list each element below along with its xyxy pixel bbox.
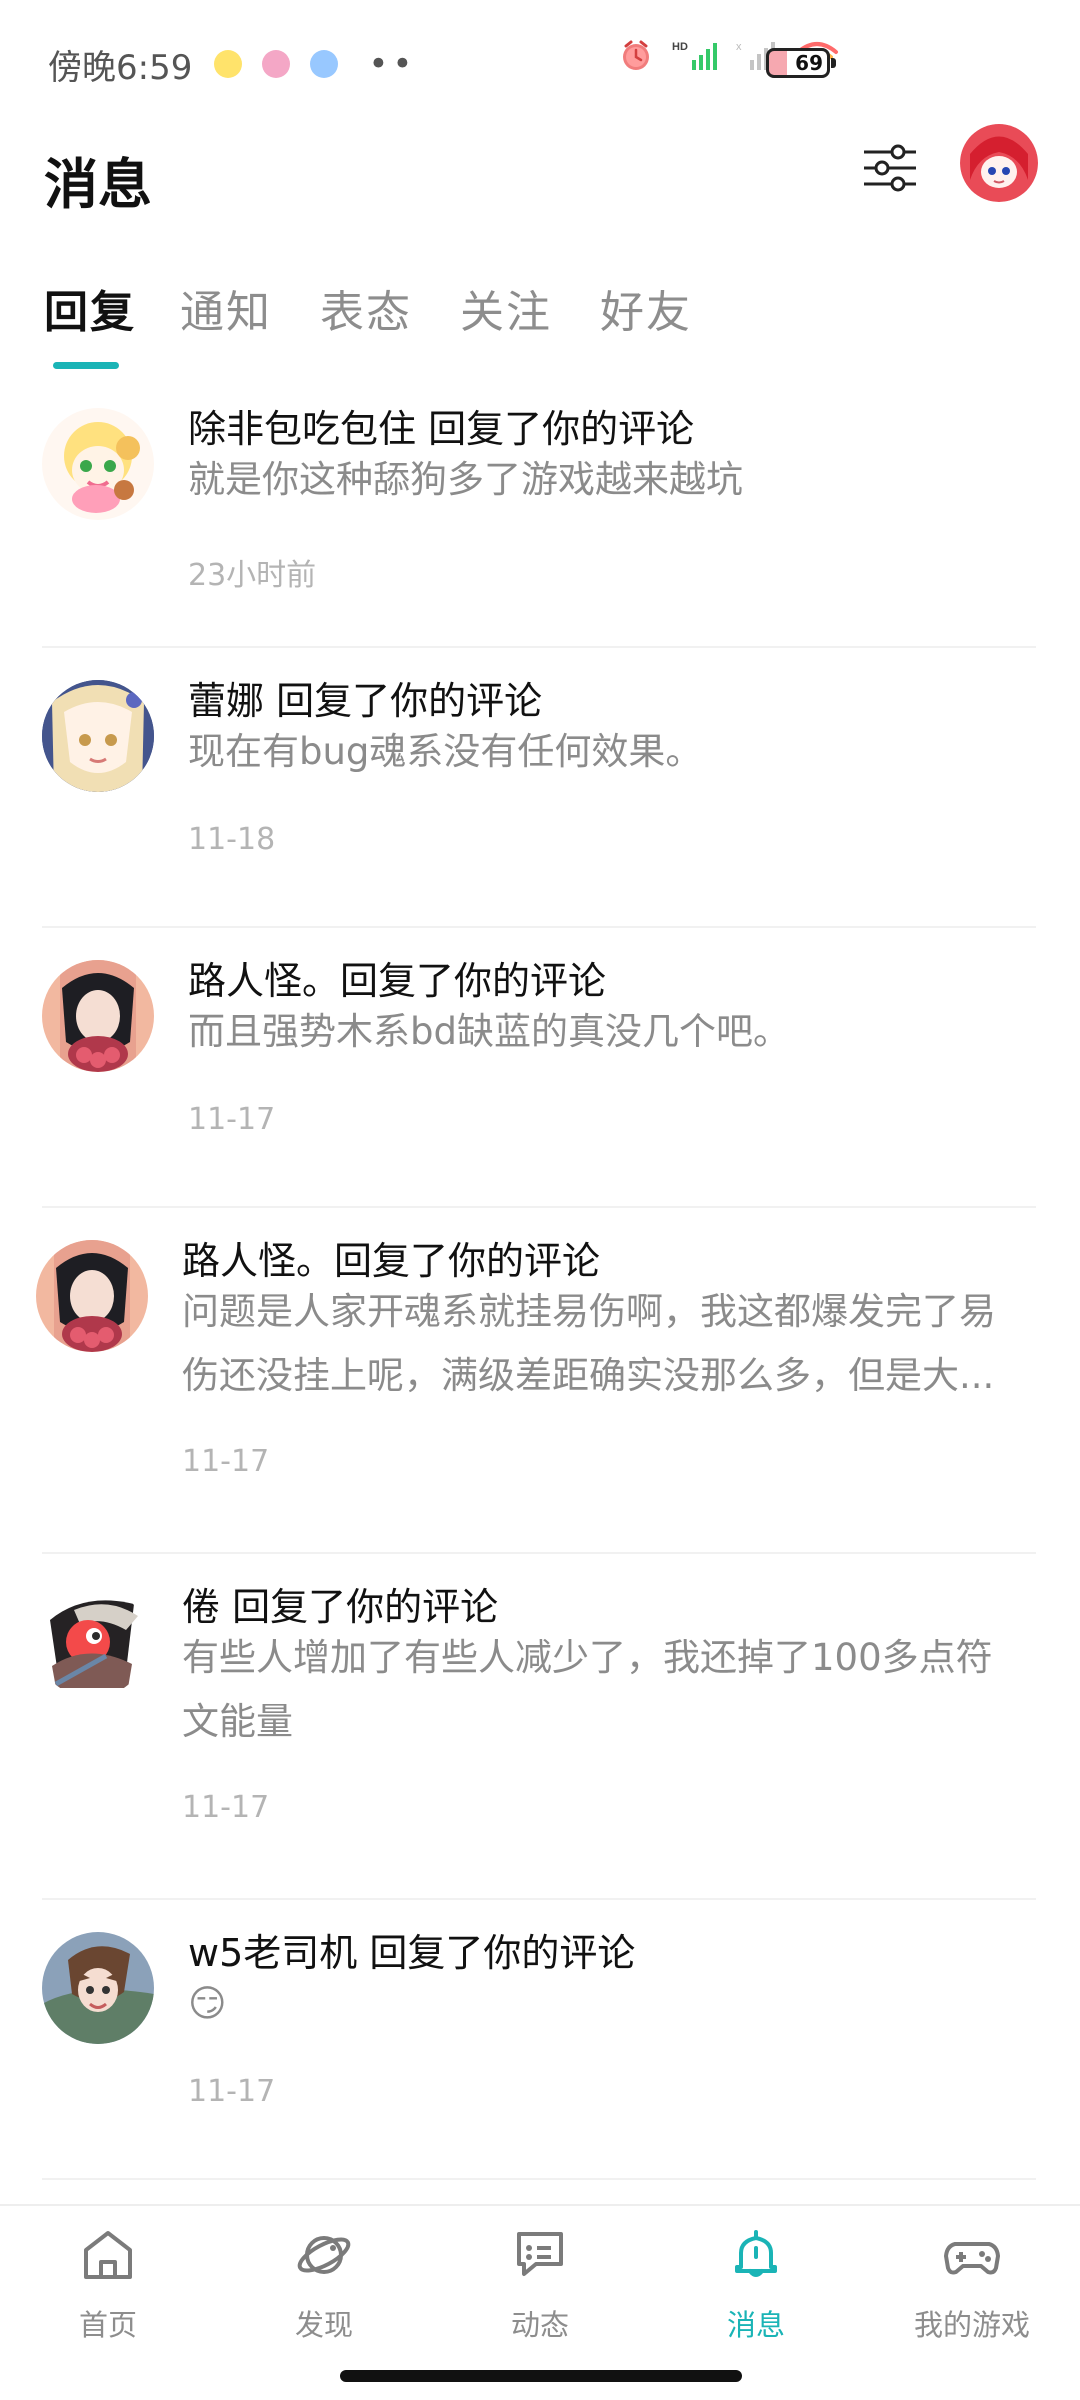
tab-reply[interactable]: 回复	[44, 278, 136, 348]
more-status-dots: ••	[368, 44, 417, 84]
message-time: 11-17	[188, 1102, 276, 1137]
message-divider	[42, 2178, 1036, 2180]
message-time: 11-17	[188, 2074, 276, 2109]
nav-discover[interactable]: 发现	[244, 2224, 404, 2344]
message-body: 而且强势木系bd缺蓝的真没几个吧。	[188, 1010, 790, 1053]
page-title: 消息	[44, 153, 152, 216]
user-avatar[interactable]	[42, 680, 154, 792]
dark-hair-roses-avatar	[36, 1240, 148, 1352]
planet-icon	[297, 2236, 351, 2274]
filter-settings-icon[interactable]	[858, 136, 922, 200]
message-tabs: 回复 通知 表态 关注 好友	[0, 278, 1080, 369]
battery-level: 69	[795, 51, 823, 75]
blue-app-icon	[310, 50, 339, 78]
profile-avatar-image	[960, 124, 1038, 202]
message-title: w5老司机 回复了你的评论	[188, 1931, 636, 1975]
alarm-icon	[623, 40, 649, 70]
tab-follow[interactable]: 关注	[460, 278, 552, 348]
message-body: 问题是人家开魂系就挂易伤啊，我这都爆发完了易伤还没挂上呢，满级差距确实没那么多，…	[182, 1290, 996, 1397]
hd-signal-icon: HD	[672, 41, 717, 70]
message-body: 😏	[188, 1982, 227, 2025]
message-body: 就是你这种舔狗多了游戏越来越坑	[188, 458, 743, 501]
chat-bubble-icon	[517, 2232, 563, 2276]
red-black-warrior-avatar	[36, 1586, 148, 1698]
bell-icon	[735, 2230, 777, 2277]
message-divider	[42, 1898, 1036, 1900]
message-time: 23小时前	[188, 558, 317, 593]
dark-hair-roses-avatar	[42, 960, 154, 1072]
message-time: 11-18	[188, 822, 276, 857]
message-divider	[42, 1206, 1036, 1208]
tab-notice[interactable]: 通知	[180, 278, 272, 348]
message-title: 路人怪。回复了你的评论	[182, 1239, 601, 1283]
nav-my-games[interactable]: 我的游戏	[892, 2224, 1052, 2344]
user-avatar[interactable]	[36, 1586, 148, 1698]
user-avatar[interactable]	[42, 408, 154, 520]
message-time: 11-17	[182, 1444, 270, 1479]
nav-discover-label: 发现	[294, 2308, 353, 2342]
nav-feed-label: 动态	[510, 2308, 569, 2342]
nav-messages-label: 消息	[726, 2308, 785, 2342]
svg-text:HD: HD	[672, 41, 688, 53]
active-tab-indicator	[53, 362, 119, 369]
home-gesture-bar[interactable]	[340, 2370, 742, 2382]
message-body: 现在有bug魂系没有任何效果。	[188, 730, 703, 773]
yellow-app-icon	[214, 50, 243, 78]
message-time: 11-17	[182, 1790, 270, 1825]
nav-feed[interactable]: 动态	[460, 2224, 620, 2344]
message-title: 倦 回复了你的评论	[182, 1585, 499, 1629]
message-body: 有些人增加了有些人减少了，我还掉了100多点符文能量	[182, 1636, 993, 1743]
page-header: 消息	[0, 124, 1080, 278]
user-avatar[interactable]	[42, 1932, 154, 2044]
pink-app-icon	[262, 50, 291, 78]
message-title: 除非包吃包住 回复了你的评论	[188, 407, 695, 451]
tab-friends[interactable]: 好友	[600, 278, 692, 348]
gamepad-icon	[944, 2242, 1000, 2275]
nav-home-label: 首页	[78, 2308, 137, 2342]
message-title: 蕾娜 回复了你的评论	[188, 679, 543, 723]
bottom-navigation: 首页 发现 动态 消息 我的游戏	[0, 2204, 1080, 2360]
tab-reaction[interactable]: 表态	[320, 278, 412, 348]
message-divider	[42, 646, 1036, 648]
message-divider	[42, 926, 1036, 928]
message-title: 路人怪。回复了你的评论	[188, 959, 607, 1003]
nav-home[interactable]: 首页	[28, 2224, 188, 2344]
user-avatar[interactable]	[36, 1240, 148, 1352]
nav-messages[interactable]: 消息	[676, 2224, 836, 2344]
blonde-anime-avatar	[42, 680, 154, 792]
battery-icon: 69	[766, 48, 836, 78]
girl-blonde-pink-avatar	[42, 408, 154, 520]
status-time: 傍晚6:59	[48, 47, 193, 88]
nav-my-games-label: 我的游戏	[913, 2308, 1030, 2342]
profile-avatar[interactable]	[960, 124, 1038, 202]
status-bar: 傍晚6:59 •• HD x 69	[0, 0, 1080, 128]
home-icon	[84, 2231, 132, 2279]
user-avatar[interactable]	[42, 960, 154, 1072]
message-divider	[42, 1552, 1036, 1554]
svg-text:x: x	[736, 41, 742, 53]
brown-hair-anime-avatar	[42, 1932, 154, 2044]
